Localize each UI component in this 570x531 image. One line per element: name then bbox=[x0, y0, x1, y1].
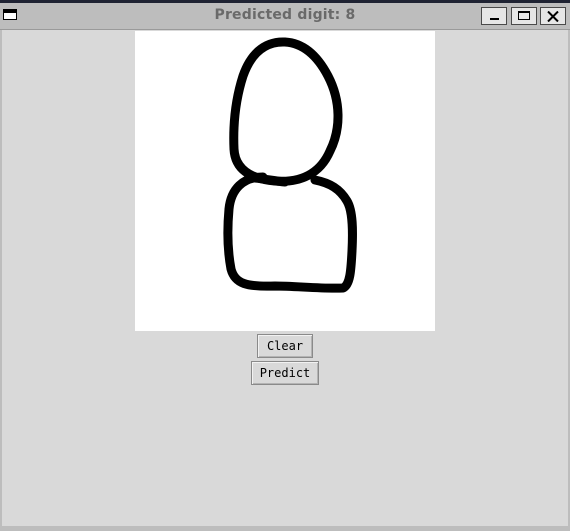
digit-lower-loop bbox=[223, 172, 357, 293]
minimize-icon bbox=[490, 18, 499, 20]
app-window: Predicted digit: 8 Clear Predict bbox=[0, 0, 570, 531]
window-border-bottom bbox=[0, 526, 570, 531]
maximize-icon bbox=[518, 11, 530, 20]
window-border-left bbox=[0, 30, 2, 526]
handwritten-digit-drawing bbox=[223, 37, 357, 293]
clear-button[interactable]: Clear bbox=[257, 334, 313, 358]
maximize-button[interactable] bbox=[511, 7, 537, 25]
drawing-canvas[interactable] bbox=[135, 31, 435, 331]
digit-upper-loop bbox=[229, 37, 343, 186]
title-bar[interactable]: Predicted digit: 8 bbox=[0, 3, 570, 30]
close-icon bbox=[547, 11, 559, 22]
digit-connector bbox=[250, 173, 290, 187]
minimize-button[interactable] bbox=[481, 7, 507, 25]
close-button[interactable] bbox=[540, 7, 566, 25]
predict-button[interactable]: Predict bbox=[251, 361, 319, 385]
